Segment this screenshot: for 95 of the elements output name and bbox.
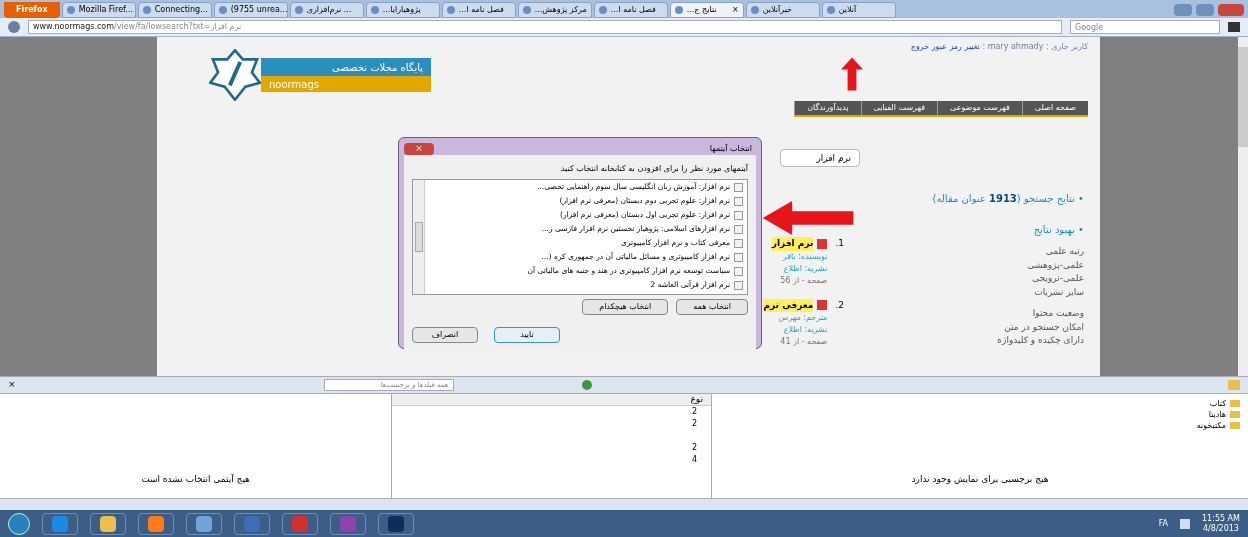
taskbar-app-icon[interactable] [186, 512, 222, 535]
nav-link[interactable]: فهرست الفبایی [860, 101, 937, 115]
result-number: 2. [835, 298, 844, 312]
browser-tab[interactable]: ...فصل نامه ا [593, 2, 668, 18]
filter-link[interactable]: امکان جستجو در متن [1004, 320, 1084, 334]
filter-link[interactable]: علمی-ترویجی [1032, 272, 1084, 286]
pdf-icon [817, 238, 828, 249]
filter-heading: رتبه علمی [1044, 245, 1084, 258]
nav-link[interactable]: صفحه اصلی [1021, 101, 1088, 115]
browser-tab[interactable]: خبرآنلاین [745, 2, 820, 18]
browser-tab[interactable]: آنلاین [821, 2, 896, 18]
favicon-icon [674, 6, 683, 14]
checkbox[interactable] [734, 224, 743, 234]
nav-link[interactable]: فهرست موضوعی [937, 101, 1022, 115]
table-cell-text: 2 [692, 418, 699, 430]
select-all-button[interactable]: انتخاب همه [676, 299, 748, 315]
result-journal: نشریه: اطلاع [782, 262, 828, 275]
annotation-arrow-icon [762, 201, 854, 235]
scrollbar[interactable] [413, 180, 425, 294]
scrollbar-thumb[interactable] [1238, 47, 1248, 147]
collection-item[interactable]: هادیتا [1208, 408, 1226, 421]
table-cell-text: 2 [692, 406, 699, 418]
annotation-arrow-icon [841, 56, 863, 92]
result-pages: صفحه - از 56 [779, 274, 828, 287]
filter-link[interactable]: علمی-پژوهشی [1027, 258, 1084, 272]
checkbox[interactable] [734, 266, 743, 276]
language-indicator: FA [1158, 517, 1168, 530]
close-button[interactable]: × [404, 143, 434, 155]
taskbar-app-icon[interactable] [282, 512, 318, 535]
checkbox[interactable] [734, 210, 743, 220]
table-cell-text: 4 [692, 454, 699, 466]
maximize-icon[interactable] [1196, 4, 1214, 16]
pdf-icon [817, 300, 828, 311]
filter-link[interactable]: سایر نشریات [1034, 285, 1084, 299]
checkbox[interactable] [734, 280, 743, 290]
clock: 11:55 AM 4/8/2013 [1202, 513, 1240, 534]
ok-button[interactable]: تایید [494, 327, 560, 343]
collection-item[interactable]: مکتبخونه [1196, 419, 1226, 432]
checkbox[interactable] [734, 182, 743, 192]
taskbar-app-icon[interactable] [90, 512, 126, 535]
browser-tab[interactable]: (9755 unrea... [213, 2, 288, 18]
start-button[interactable] [8, 512, 30, 535]
close-window-icon[interactable] [1218, 4, 1244, 16]
favicon-icon [598, 6, 607, 14]
favicon-icon [66, 6, 75, 14]
minimize-icon[interactable] [1174, 4, 1192, 16]
search-field[interactable]: نرم افزار [780, 149, 860, 167]
empty-tags-message: هیچ برچسبی برای نمایش وجود ندارد [911, 472, 1049, 486]
cancel-button[interactable]: انصراف [412, 327, 478, 343]
favicon-icon [370, 6, 379, 14]
favicon-icon [294, 6, 303, 14]
result-author: نویسنده: باقر [781, 250, 828, 263]
browser-tab[interactable]: ...مرکز پژوهش [517, 2, 592, 18]
close-tab-button[interactable]: × [732, 4, 739, 16]
taskbar-app-icon[interactable] [378, 512, 414, 535]
browser-tab[interactable]: ...نتایج ج × [669, 2, 744, 18]
checkbox[interactable] [734, 238, 743, 248]
favicon-icon [522, 6, 531, 14]
nav-link[interactable]: پدیدآورندگان [794, 101, 861, 115]
table-cell-text: 2 [692, 442, 699, 454]
empty-item-message: هیچ آیتمی انتخاب نشده است [141, 472, 250, 486]
dialog-title: انتخاب آیتمها [709, 143, 753, 155]
checkbox[interactable] [734, 252, 743, 262]
refine-heading: • بهبود نتایج [1032, 223, 1084, 237]
taskbar-app-icon[interactable] [42, 512, 78, 535]
browser-tab[interactable]: Connecting... [137, 2, 212, 18]
browser-tab[interactable]: ...فصل نامه ا [441, 2, 516, 18]
taskbar-app-icon[interactable] [330, 512, 366, 535]
taskbar-app-icon[interactable] [138, 512, 174, 535]
column-header[interactable]: نوع [690, 392, 703, 407]
dialog-instruction: آیتمهای مورد نظر را برای افزودن به کتابخانه انتخاب کنید [559, 163, 748, 175]
favicon-icon [142, 6, 151, 14]
result-pages: صفحه - از 41 [779, 336, 828, 348]
result-journal: نشریه: اطلاع [782, 324, 828, 336]
collection-item[interactable]: کتاب [1209, 397, 1226, 410]
result-author: مترجم: مهرس [777, 312, 828, 324]
browser-tab[interactable]: Mozilla Firef... [61, 2, 136, 18]
browser-tab[interactable]: ...پژوهیارایا [365, 2, 440, 18]
user-info: کاربر جاری : mary ahmady : تغییر رمز عبور خروج [910, 41, 1088, 53]
favicon-icon [218, 6, 227, 14]
result-title[interactable]: معرفی نرم [763, 298, 814, 312]
favicon-icon [446, 6, 455, 14]
taskbar-app-icon[interactable] [234, 512, 270, 535]
browser-tab[interactable]: نرم‌افزاری ... [289, 2, 364, 18]
favicon-icon [826, 6, 835, 14]
favicon-icon [750, 6, 759, 14]
add-item-icon[interactable] [581, 380, 592, 390]
select-none-button[interactable]: انتخاب هیچکدام [582, 299, 669, 315]
result-number: 1. [835, 237, 844, 250]
checkbox[interactable] [734, 196, 743, 206]
filter-heading: وضعیت محتوا [1031, 307, 1084, 320]
search-field[interactable]: Google [1070, 20, 1220, 34]
filter-link[interactable]: دارای چکیده و کلیدواژه [997, 334, 1084, 348]
close-button[interactable]: × [8, 378, 16, 392]
logo-icon [209, 49, 261, 101]
